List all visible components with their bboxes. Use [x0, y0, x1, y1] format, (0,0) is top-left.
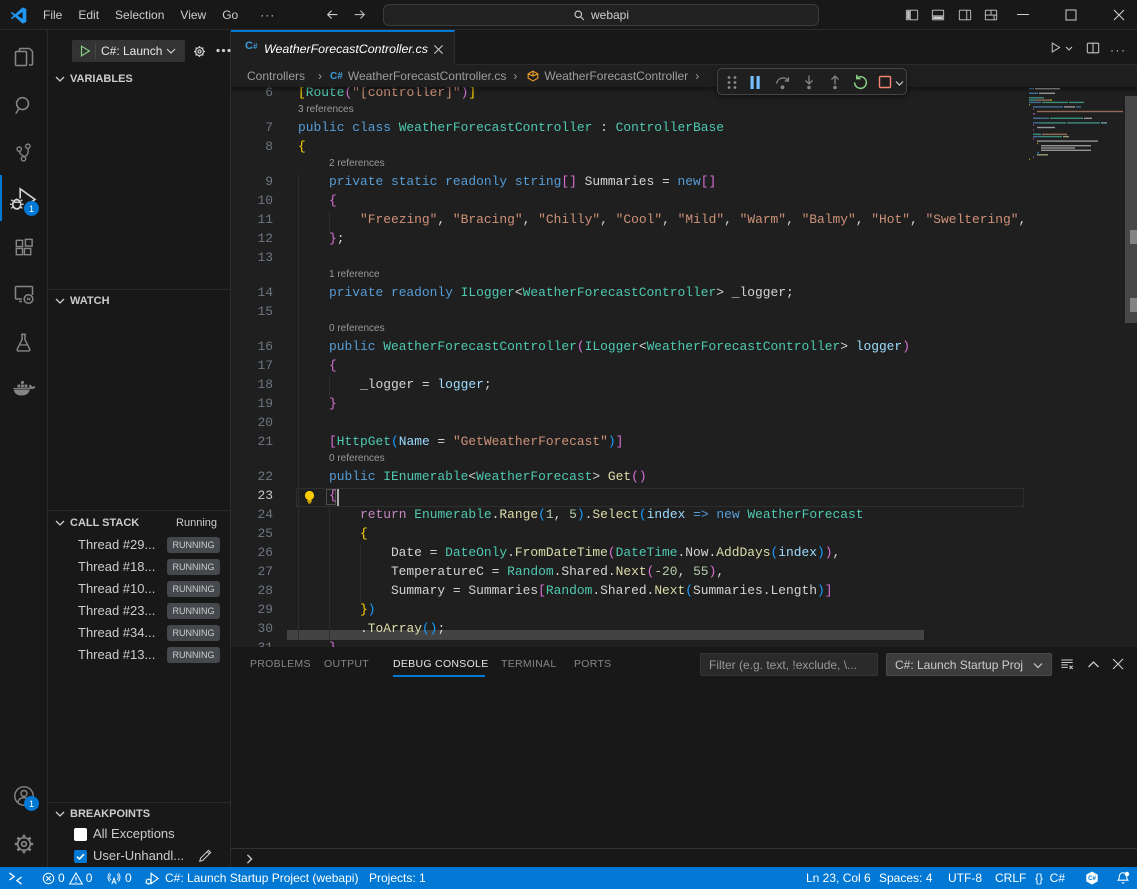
svg-text:C#: C# — [1088, 875, 1096, 882]
